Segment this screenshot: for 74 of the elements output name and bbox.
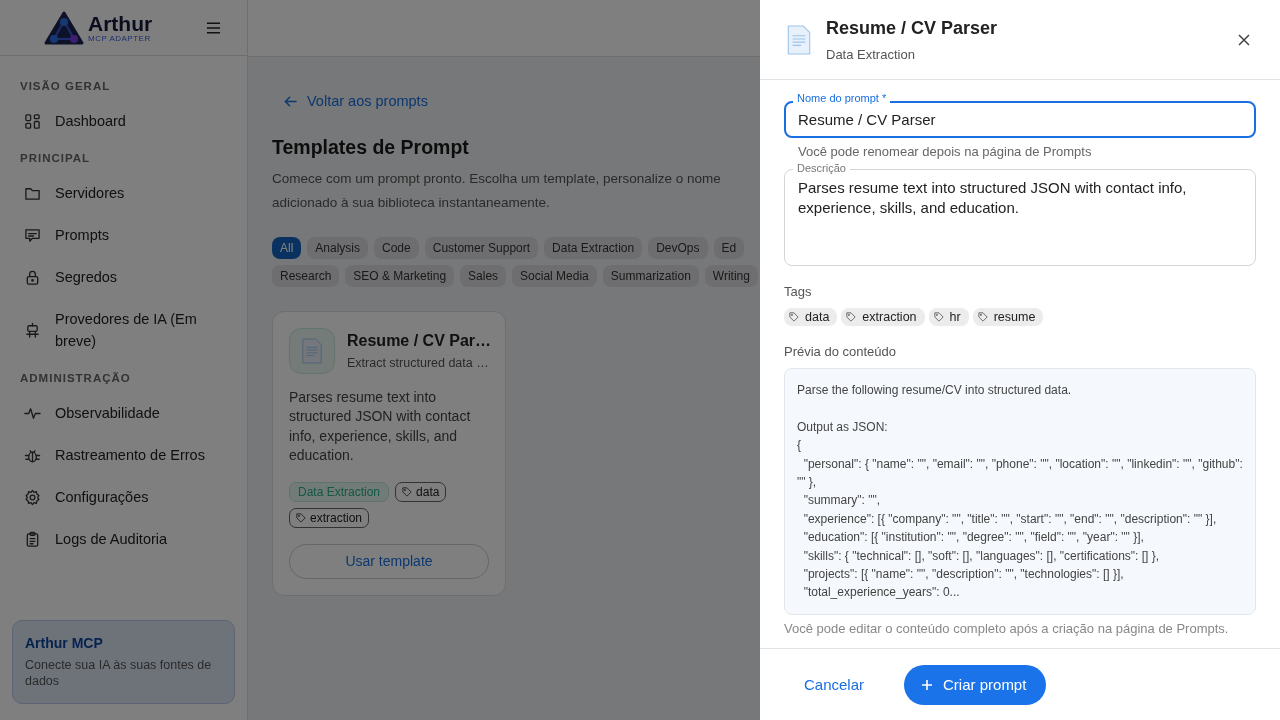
- page-description: Comece com um prompt pronto. Escolha um template, personalize o nome: [272, 169, 722, 188]
- promo-title: Arthur MCP: [25, 635, 104, 651]
- lock-icon: [24, 268, 41, 286]
- plus-icon: [921, 678, 934, 691]
- tag-chip: extraction: [289, 507, 370, 528]
- sidebar-item[interactable]: Configurações: [12, 476, 235, 518]
- drawer-subtitle: Data Extraction: [826, 46, 916, 62]
- card-title: Resume / CV Par…: [347, 331, 492, 350]
- tag-icon: [933, 312, 944, 322]
- sidebar-item[interactable]: Dashboard: [12, 100, 235, 142]
- filter-chip[interactable]: Summarization: [602, 264, 699, 287]
- tag-icon: [402, 486, 413, 497]
- robot-icon: [24, 321, 41, 339]
- tag-chip: resume: [972, 308, 1044, 326]
- tag-icon: [296, 512, 306, 523]
- section-heading: ADMINISTRAÇÃO: [19, 372, 132, 384]
- field-label: Descrição: [793, 162, 850, 175]
- sidebar-item[interactable]: Servidores: [12, 172, 235, 214]
- filter-chip[interactable]: Code: [374, 236, 419, 259]
- create-prompt-button[interactable]: Criar prompt: [904, 664, 1047, 705]
- sidebar-item[interactable]: Provedores de IA (Em breve): [12, 298, 235, 362]
- filter-chip[interactable]: Social Media: [512, 264, 597, 287]
- sidebar-item[interactable]: Segredos: [12, 256, 235, 298]
- filter-chip[interactable]: DevOps: [648, 236, 708, 259]
- sidebar-item[interactable]: Prompts: [12, 214, 235, 256]
- filter-chip[interactable]: All: [272, 236, 302, 259]
- close-icon[interactable]: [1238, 33, 1250, 46]
- gear-icon: [24, 488, 41, 506]
- use-template-button[interactable]: Usar template: [289, 543, 489, 579]
- clipboard-icon: [24, 530, 41, 548]
- logo-name: Arthur: [88, 12, 153, 34]
- tag-chip: extraction: [841, 308, 925, 326]
- content-preview: Parse the following resume/CV into structured data. Output as JSON: { "personal": { "name": "", "email": "", "phone": "", "location": "", "linkedin": "", "github": "" }, "summary": "", "experience": [{ "company": "", "title": "", "start": "", "end": "", "description": "" }], "education": [{ "institution": "", "degree": "", "field": "", "year": "" }], "skills": { "technical": [], "soft": [], "languages": [], "certifications": [] }, "projects": [{ "name": "", "description": "", "technologies": [] }], "total_experience_years": 0...: [784, 368, 1256, 615]
- section-heading: PRINCIPAL: [19, 152, 92, 164]
- chat-icon: [24, 226, 41, 244]
- sidebar-item[interactable]: Rastreamento de Erros: [12, 434, 235, 476]
- filter-chip[interactable]: SEO & Marketing: [345, 264, 455, 287]
- tags-label: Tags: [784, 284, 813, 299]
- document-icon: [786, 24, 812, 55]
- arrow-left-icon: [284, 94, 297, 108]
- tag-icon: [789, 312, 799, 322]
- card-description: Parses resume text into structured JSON with contact info, experience, skills, and education.: [289, 387, 472, 465]
- tag-icon: [977, 312, 988, 322]
- filter-chip[interactable]: Ed: [713, 236, 745, 259]
- filter-chip[interactable]: Customer Support: [424, 236, 539, 259]
- page-title: Templates de Prompt: [272, 135, 470, 159]
- logo-icon: [44, 10, 84, 45]
- tag-icon: [846, 312, 857, 322]
- helper-text: Você pode renomear depois na página de Prompts: [797, 144, 1093, 159]
- filter-chip[interactable]: Research: [272, 264, 340, 287]
- sidebar-item[interactable]: Logs de Auditoria: [12, 518, 235, 560]
- filter-chip[interactable]: Analysis: [307, 236, 369, 259]
- drawer-title: Resume / CV Parser: [826, 17, 999, 39]
- page-description: adicionado à sua biblioteca instantaneamente.: [272, 193, 551, 212]
- menu-icon[interactable]: [206, 21, 221, 34]
- logo-tagline: MCP ADAPTER: [88, 34, 152, 43]
- section-heading: VISÃO GERAL: [19, 80, 112, 92]
- cancel-button[interactable]: Cancelar: [784, 668, 885, 701]
- card-subtitle: Extract structured data …: [347, 355, 490, 370]
- back-link[interactable]: Voltar aos prompts: [284, 93, 428, 109]
- preview-label: Prévia do conteúdo: [784, 344, 898, 359]
- helper-text: Você pode editar o conteúdo completo após a criação na página de Prompts.: [784, 620, 1230, 636]
- document-icon: [289, 327, 335, 374]
- tag-chip: hr: [928, 308, 969, 326]
- field-label: Nome do prompt *: [793, 92, 891, 105]
- filter-chip[interactable]: Sales: [460, 264, 507, 287]
- grid-icon: [24, 112, 41, 130]
- category-badge: Data Extraction: [289, 481, 390, 502]
- tag-chip: data: [784, 308, 838, 326]
- filter-chip[interactable]: Writing: [704, 264, 758, 287]
- tag-chip: data: [395, 481, 447, 502]
- promo-text: Conecte sua IA às suas fontes de dados: [25, 657, 213, 689]
- sidebar-item[interactable]: Observabilidade: [12, 392, 235, 434]
- filter-chip[interactable]: Data Extraction: [544, 236, 643, 259]
